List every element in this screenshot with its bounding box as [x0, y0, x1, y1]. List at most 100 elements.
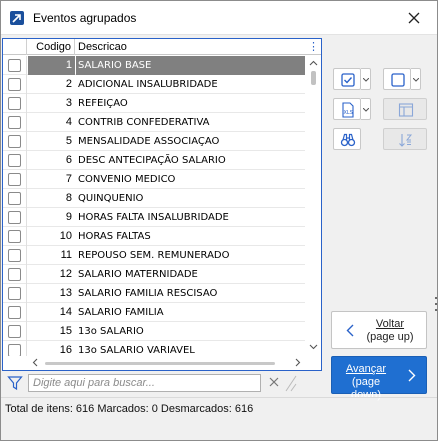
next-button[interactable]: Avançar (page down)	[331, 356, 427, 401]
table-row[interactable]: 14 SALARIO FAMILIA	[3, 303, 305, 322]
column-menu-icon[interactable]: ⋮	[308, 41, 319, 53]
table-row[interactable]: 5 MENSALIDADE ASSOCIAÇAO	[3, 132, 305, 151]
back-button[interactable]: Voltar (page up)	[331, 311, 427, 349]
row-check-cell[interactable]	[3, 303, 27, 322]
layout-button[interactable]	[383, 98, 427, 120]
row-checkbox[interactable]	[8, 325, 21, 338]
chevron-right-icon	[408, 369, 416, 382]
check-options-dropdown[interactable]	[361, 68, 371, 90]
search-input[interactable]	[28, 374, 261, 392]
table-row[interactable]: 11 REPOUSO SEM. REMUNERADO	[3, 246, 305, 265]
scroll-right-icon[interactable]	[293, 358, 302, 367]
filter-icon[interactable]	[7, 375, 23, 391]
row-check-cell[interactable]	[3, 227, 27, 246]
status-bar-text: Total de itens: 616 Marcados: 0 Desmarca…	[5, 403, 254, 415]
row-check-cell[interactable]	[3, 208, 27, 227]
uncheck-all-button[interactable]	[383, 68, 411, 90]
resize-grip-icon	[285, 375, 297, 392]
row-checkbox[interactable]	[8, 211, 21, 224]
scroll-down-icon[interactable]	[309, 342, 318, 351]
cell-codigo: 12	[59, 268, 72, 280]
row-check-cell[interactable]	[3, 284, 27, 303]
cell-descricao: 13o SALARIO	[78, 326, 144, 337]
table-row[interactable]: 13 SALARIO FAMILIA RESCISAO	[3, 284, 305, 303]
uncheck-options-dropdown[interactable]	[411, 68, 421, 90]
row-checkbox[interactable]	[8, 268, 21, 281]
cell-codigo: 3	[65, 97, 72, 109]
check-all-button[interactable]	[333, 68, 361, 90]
horizontal-scroll-thumb[interactable]	[45, 362, 275, 365]
cell-descricao: REFEIÇAO	[78, 98, 128, 109]
table-row[interactable]: 9 HORAS FALTA INSALUBRIDADE	[3, 208, 305, 227]
table-row[interactable]: 8 QUINQUENIO	[3, 189, 305, 208]
table-row[interactable]: 6 DESC ANTECIPAÇÃO SALARIO	[3, 151, 305, 170]
row-check-cell[interactable]	[3, 56, 27, 75]
table-row[interactable]: 10 HORAS FALTAS	[3, 227, 305, 246]
table-row[interactable]: 12 SALARIO MATERNIDADE	[3, 265, 305, 284]
table-row[interactable]: 3 REFEIÇAO	[3, 94, 305, 113]
table-row[interactable]: 1 SALARIO BASE	[3, 56, 305, 75]
window-title: Eventos agrupados	[33, 11, 137, 25]
row-checkbox[interactable]	[8, 135, 21, 148]
vertical-scrollbar[interactable]	[306, 56, 321, 356]
row-checkbox[interactable]	[8, 78, 21, 91]
row-check-cell[interactable]	[3, 94, 27, 113]
row-check-cell[interactable]	[3, 113, 27, 132]
cell-descricao: SALARIO MATERNIDADE	[78, 269, 198, 280]
dialog-window: Eventos agrupados Codigo Descricao ⋮ 1 SA…	[0, 0, 438, 441]
row-check-cell[interactable]	[3, 246, 27, 265]
row-checkbox[interactable]	[8, 230, 21, 243]
cell-descricao: REPOUSO SEM. REMUNERADO	[78, 250, 230, 261]
row-checkbox[interactable]	[8, 154, 21, 167]
column-header-descricao[interactable]: Descricao	[76, 39, 306, 55]
row-checkbox[interactable]	[8, 59, 21, 72]
grid-header: Codigo Descricao ⋮	[3, 39, 321, 55]
scroll-up-icon[interactable]	[309, 59, 318, 68]
column-header-codigo[interactable]: Codigo	[27, 39, 75, 55]
export-options-dropdown[interactable]	[361, 98, 371, 120]
table-row[interactable]: 2 ADICIONAL INSALUBRIDADE	[3, 75, 305, 94]
cell-codigo: 15	[59, 325, 72, 337]
row-checkbox[interactable]	[8, 192, 21, 205]
chevron-down-icon	[363, 78, 369, 82]
table-row[interactable]: 7 CONVENIO MEDICO	[3, 170, 305, 189]
cell-descricao: HORAS FALTAS	[78, 231, 151, 242]
row-checkbox[interactable]	[8, 116, 21, 129]
row-checkbox[interactable]	[8, 249, 21, 262]
cell-codigo: 2	[65, 78, 72, 90]
row-check-cell[interactable]	[3, 322, 27, 341]
header-check-column[interactable]	[3, 39, 27, 55]
sort-button[interactable]	[383, 128, 427, 150]
row-checkbox[interactable]	[8, 306, 21, 319]
row-check-cell[interactable]	[3, 75, 27, 94]
row-check-cell[interactable]	[3, 265, 27, 284]
cell-codigo: 10	[59, 230, 72, 242]
chevron-down-icon	[413, 78, 419, 82]
find-button[interactable]	[333, 128, 361, 150]
row-checkbox[interactable]	[8, 173, 21, 186]
status-divider	[1, 397, 437, 398]
clear-search-icon[interactable]	[269, 377, 279, 387]
app-icon	[10, 11, 24, 25]
title-bar: Eventos agrupados	[1, 1, 437, 35]
export-xls-icon: XLS	[342, 102, 354, 118]
row-check-cell[interactable]	[3, 189, 27, 208]
uncheck-all-icon	[391, 73, 405, 87]
vertical-scroll-thumb[interactable]	[311, 71, 316, 85]
row-check-cell[interactable]	[3, 132, 27, 151]
cell-descricao: CONTRIB CONFEDERATIVA	[78, 117, 210, 128]
row-checkbox[interactable]	[8, 287, 21, 300]
table-row[interactable]: 4 CONTRIB CONFEDERATIVA	[3, 113, 305, 132]
close-icon[interactable]	[406, 10, 422, 26]
table-row[interactable]: 15 13o SALARIO	[3, 322, 305, 341]
scroll-left-icon[interactable]	[31, 358, 40, 367]
cell-codigo: 13	[59, 287, 72, 299]
cell-codigo: 11	[60, 249, 72, 261]
export-xls-button[interactable]: XLS	[333, 98, 361, 120]
horizontal-scrollbar[interactable]	[3, 356, 321, 370]
row-checkbox[interactable]	[8, 97, 21, 110]
row-check-cell[interactable]	[3, 151, 27, 170]
svg-text:XLS: XLS	[344, 110, 353, 116]
row-check-cell[interactable]	[3, 170, 27, 189]
cell-descricao: DESC ANTECIPAÇÃO SALARIO	[78, 155, 226, 166]
